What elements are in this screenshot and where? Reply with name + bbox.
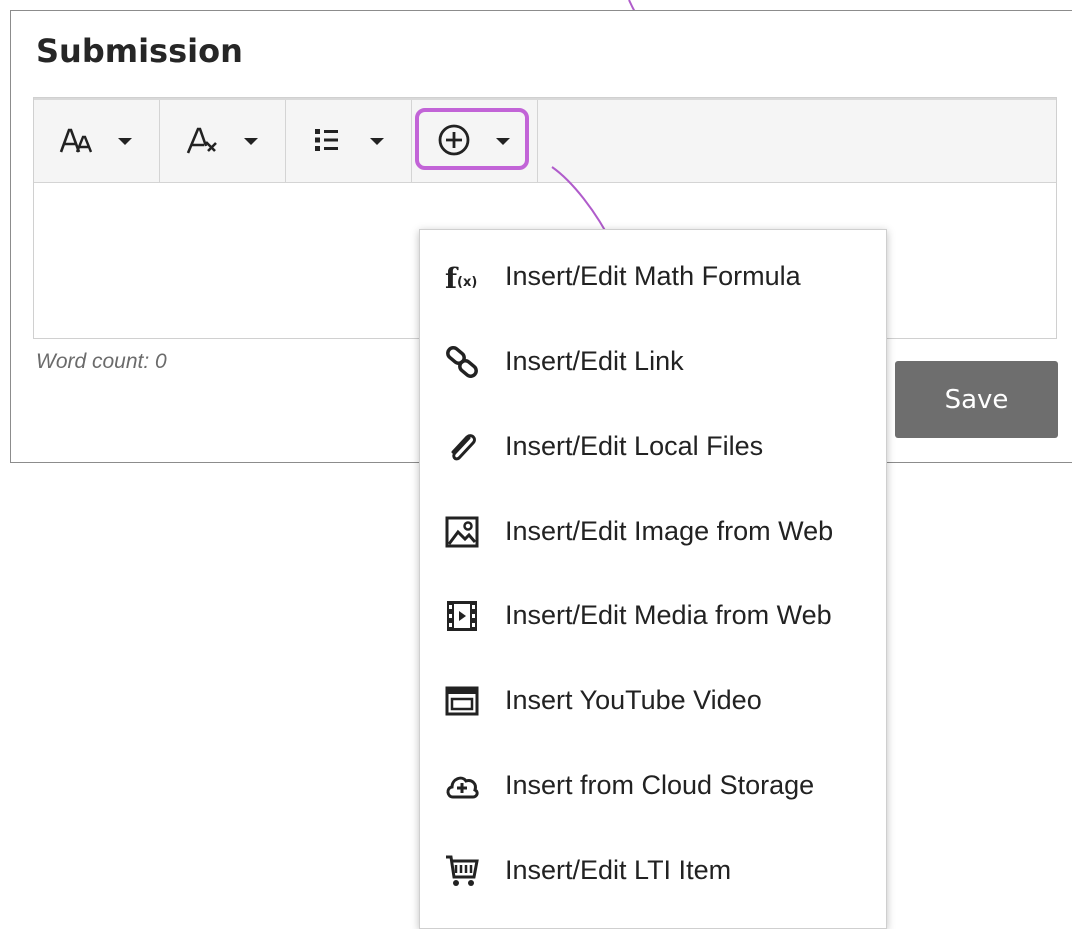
chevron-down-icon <box>496 138 510 145</box>
link-icon <box>446 346 478 378</box>
menu-item-cloud-storage[interactable]: Insert from Cloud Storage <box>420 751 886 821</box>
text-style-button[interactable] <box>160 100 286 183</box>
menu-item-label: Insert from Cloud Storage <box>505 770 815 800</box>
menu-item-image-from-web[interactable]: Insert/Edit Image from Web <box>420 497 886 567</box>
chevron-down-icon <box>370 138 384 145</box>
cloud-add-icon <box>446 776 479 799</box>
menu-item-media-from-web[interactable]: Insert/Edit Media from Web <box>420 581 886 651</box>
menu-item-link[interactable]: Insert/Edit Link <box>420 327 886 397</box>
page-title: Submission <box>36 32 243 70</box>
word-count: Word count: 0 <box>36 350 167 373</box>
font-size-button[interactable] <box>34 100 160 183</box>
film-icon <box>447 601 477 631</box>
chevron-down-icon <box>118 138 132 145</box>
image-icon <box>445 516 479 548</box>
math-formula-icon: f (x) <box>445 262 477 295</box>
menu-item-lti-item[interactable]: Insert/Edit LTI Item <box>420 836 886 906</box>
font-size-icon <box>59 128 93 153</box>
menu-item-math-formula[interactable]: f (x) Insert/Edit Math Formula <box>420 242 886 312</box>
menu-item-local-files[interactable]: Insert/Edit Local Files <box>420 412 886 482</box>
video-embed-icon <box>445 686 479 716</box>
cart-icon <box>446 855 479 886</box>
paperclip-icon <box>451 434 476 461</box>
list-button[interactable] <box>286 100 412 183</box>
text-style-icon <box>186 127 217 154</box>
insert-content-icon <box>438 124 470 156</box>
list-icon <box>315 129 338 151</box>
editor-toolbar <box>34 98 1056 183</box>
save-button[interactable]: Save <box>895 361 1058 438</box>
menu-item-label: Insert/Edit Math Formula <box>505 261 801 291</box>
svg-text:(x): (x) <box>457 275 477 290</box>
menu-item-label: Insert/Edit Image from Web <box>505 516 834 546</box>
chevron-down-icon <box>244 138 258 145</box>
menu-item-label: Insert/Edit Link <box>505 346 684 376</box>
insert-content-menu: f (x) Insert/Edit Math Formula Insert/Ed… <box>419 229 887 929</box>
menu-item-label: Insert YouTube Video <box>505 685 762 715</box>
insert-content-button[interactable] <box>412 100 538 183</box>
menu-item-label: Insert/Edit LTI Item <box>505 855 732 885</box>
menu-item-label: Insert/Edit Local Files <box>505 431 764 461</box>
menu-item-label: Insert/Edit Media from Web <box>505 600 832 630</box>
menu-item-youtube-video[interactable]: Insert YouTube Video <box>420 666 886 736</box>
